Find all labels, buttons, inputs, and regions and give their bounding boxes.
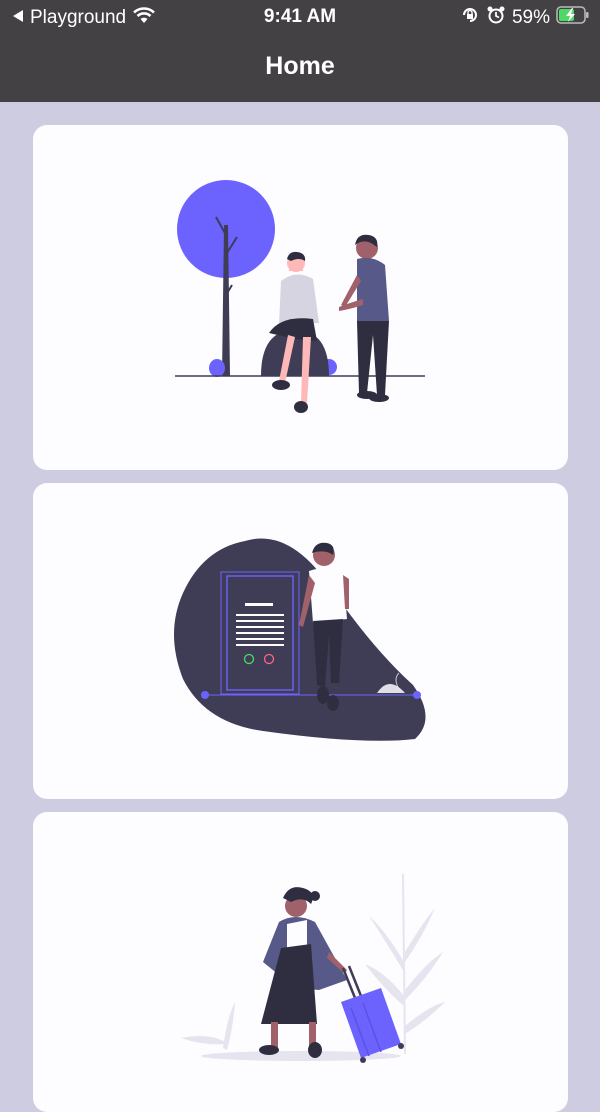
battery-percent: 59% (511, 7, 550, 28)
document-blob-illustration (174, 538, 426, 741)
illustration-card-1[interactable] (33, 125, 568, 470)
alarm-icon (486, 5, 506, 31)
status-bar: Playground 9:41 AM 59% (0, 0, 600, 34)
page-title: Home (265, 52, 335, 80)
illustration-card-3[interactable] (33, 812, 568, 1112)
navigation-bar: Home (0, 34, 600, 102)
battery-icon (556, 6, 590, 30)
rotation-lock-icon (460, 5, 480, 31)
people-talking-illustration (175, 180, 425, 413)
traveler-suitcase-illustration (181, 873, 445, 1063)
illustration-card-2[interactable] (33, 483, 568, 799)
